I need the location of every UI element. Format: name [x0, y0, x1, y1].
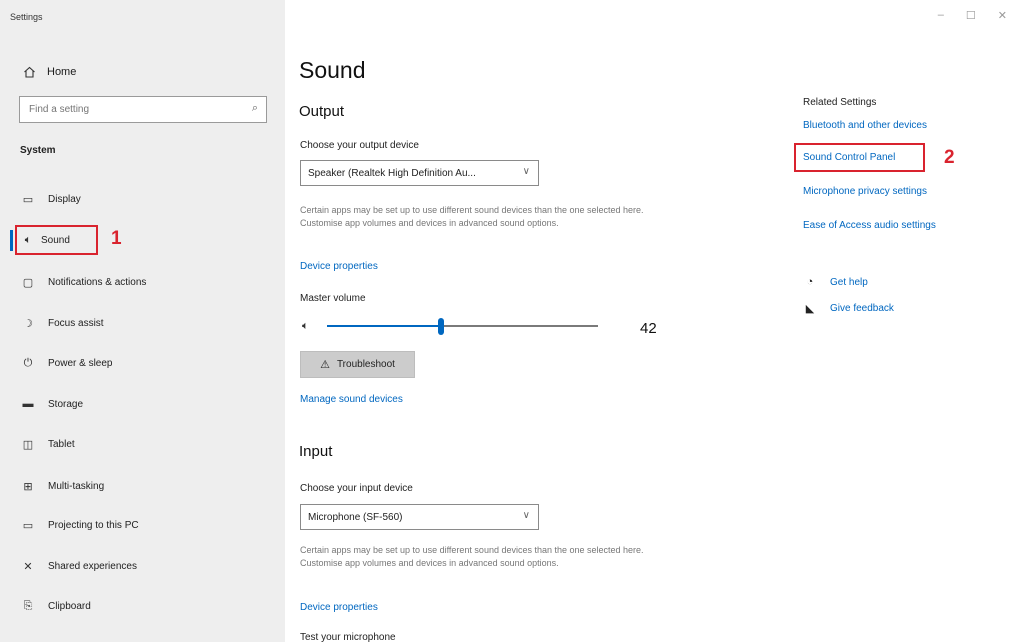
- volume-value: 42: [640, 320, 657, 337]
- sidebar-item-power-sleep[interactable]: ⏻ Power & sleep: [21, 353, 113, 373]
- sidebar-item-storage[interactable]: ▬ Storage: [21, 394, 84, 414]
- maximize-icon[interactable]: ☐: [966, 9, 976, 22]
- shared-experiences-icon: ✕: [23, 560, 33, 573]
- sidebar-item-label: Storage: [48, 398, 84, 410]
- feedback-icon: ◣: [805, 302, 815, 315]
- sidebar-item-focus-assist[interactable]: ☽ Focus assist: [21, 313, 104, 333]
- sidebar-item-label: Shared experiences: [48, 560, 137, 572]
- annotation-marker-1: 1: [111, 228, 122, 249]
- chevron-down-icon: ∨: [522, 510, 530, 521]
- power-icon: ⏻: [23, 356, 33, 369]
- get-help-label: Get help: [830, 276, 868, 288]
- microphone-privacy-link[interactable]: Microphone privacy settings: [803, 186, 927, 197]
- manage-sound-devices-link[interactable]: Manage sound devices: [300, 394, 403, 405]
- display-icon: ▭: [22, 193, 34, 206]
- clipboard-icon: ⎘: [23, 599, 33, 612]
- test-microphone-label: Test your microphone: [300, 632, 396, 642]
- sidebar-item-label: Power & sleep: [48, 357, 113, 369]
- sidebar-item-projecting[interactable]: ▭ Projecting to this PC: [21, 515, 139, 535]
- sidebar-home[interactable]: Home: [21, 62, 76, 82]
- troubleshoot-button[interactable]: ⚠︎ Troubleshoot: [300, 351, 415, 378]
- slider-thumb[interactable]: [437, 318, 444, 335]
- tablet-icon: ◫: [22, 438, 34, 451]
- sidebar-item-label: Clipboard: [48, 600, 91, 612]
- input-device-properties-link[interactable]: Device properties: [300, 602, 378, 613]
- multitasking-icon: ⊞: [23, 480, 33, 493]
- sidebar-item-tablet[interactable]: ◫ Tablet: [21, 434, 75, 454]
- notification-icon: ▢: [22, 276, 34, 289]
- sidebar-item-display[interactable]: ▭ Display: [21, 189, 81, 209]
- chevron-down-icon: ∨: [522, 166, 530, 177]
- annotation-marker-2: 2: [944, 147, 955, 168]
- section-header-system: System: [20, 145, 56, 156]
- related-settings-header: Related Settings: [803, 97, 877, 108]
- sidebar-item-label: Projecting to this PC: [48, 519, 139, 531]
- bluetooth-devices-link[interactable]: Bluetooth and other devices: [803, 120, 927, 131]
- ease-of-access-audio-link[interactable]: Ease of Access audio settings: [803, 220, 936, 231]
- annotation-box-sound-control-panel: [794, 143, 925, 172]
- sidebar-item-label: Notifications & actions: [48, 276, 147, 288]
- output-device-label: Choose your output device: [300, 140, 419, 151]
- get-help-link[interactable]: ◔ Get help: [803, 274, 868, 290]
- active-indicator: [10, 230, 13, 251]
- sidebar-item-multitasking[interactable]: ⊞ Multi-tasking: [21, 476, 104, 496]
- input-device-label: Choose your input device: [300, 483, 413, 494]
- input-heading: Input: [299, 443, 333, 460]
- warning-icon: ⚠︎: [320, 359, 330, 371]
- output-heading: Output: [299, 103, 345, 120]
- master-volume-label: Master volume: [300, 293, 366, 304]
- storage-icon: ▬: [22, 398, 34, 410]
- search-box[interactable]: ⌕: [19, 96, 267, 123]
- projecting-icon: ▭: [22, 519, 34, 532]
- close-icon[interactable]: ✕: [998, 9, 1007, 22]
- sidebar: Settings Home ⌕ System ▭ Display 🔈︎ Soun…: [0, 0, 285, 642]
- give-feedback-link[interactable]: ◣ Give feedback: [803, 300, 894, 316]
- input-description: Certain apps may be set up to use differ…: [300, 545, 644, 568]
- annotation-box-sound: [15, 225, 98, 255]
- window-controls: – ☐ ✕: [938, 9, 1007, 22]
- search-icon[interactable]: ⌕: [252, 102, 258, 115]
- output-device-dropdown[interactable]: Speaker (Realtek High Definition Au... ∨: [300, 160, 539, 186]
- sidebar-item-notifications[interactable]: ▢ Notifications & actions: [21, 272, 147, 292]
- output-device-value: Speaker (Realtek High Definition Au...: [308, 167, 476, 179]
- window-title: Settings: [10, 12, 43, 22]
- sidebar-item-label: Multi-tasking: [48, 480, 105, 492]
- chat-help-icon: ◔: [806, 276, 814, 288]
- page-title: Sound: [299, 57, 366, 83]
- moon-icon: ☽: [23, 317, 33, 330]
- volume-icon[interactable]: 🔈︎: [302, 320, 309, 333]
- input-device-value: Microphone (SF-560): [308, 511, 403, 523]
- troubleshoot-label: Troubleshoot: [336, 359, 395, 370]
- search-input[interactable]: [20, 97, 235, 122]
- sidebar-item-label: Focus assist: [48, 317, 104, 329]
- home-icon: [21, 66, 37, 78]
- input-device-dropdown[interactable]: Microphone (SF-560) ∨: [300, 504, 539, 530]
- sidebar-item-label: Tablet: [48, 438, 75, 450]
- sidebar-item-shared-experiences[interactable]: ✕ Shared experiences: [21, 556, 137, 576]
- give-feedback-label: Give feedback: [830, 302, 894, 314]
- master-volume-slider[interactable]: [327, 318, 598, 335]
- slider-fill: [327, 325, 441, 327]
- home-label: Home: [47, 66, 77, 78]
- sidebar-item-clipboard[interactable]: ⎘ Clipboard: [21, 596, 91, 616]
- sidebar-item-label: Display: [48, 193, 81, 205]
- output-device-properties-link[interactable]: Device properties: [300, 261, 378, 272]
- output-description: Certain apps may be set up to use differ…: [300, 205, 644, 228]
- minimize-icon[interactable]: –: [938, 9, 944, 22]
